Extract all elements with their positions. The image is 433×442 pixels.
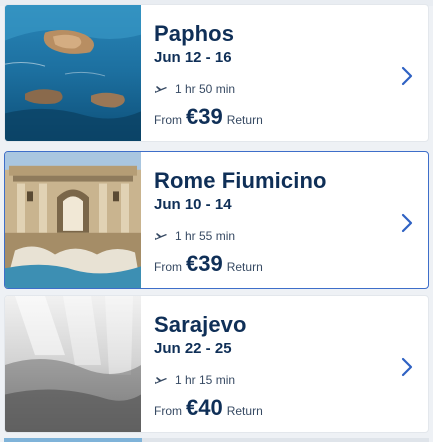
from-label: From [154,113,182,127]
plane-icon [154,84,168,94]
duration-text: 1 hr 15 min [175,373,236,387]
next-card-image-edge [4,438,142,442]
price-row: From €39 Return [154,251,263,277]
from-label: From [154,404,182,418]
trip-type-label: Return [226,260,263,274]
destination-card-paphos[interactable]: Paphos Jun 12 - 16 1 hr 50 min From €39 … [4,4,429,142]
from-label: From [154,260,182,274]
duration-text: 1 hr 50 min [175,82,236,96]
destination-city: Rome Fiumicino [154,168,327,193]
trip-dates: Jun 10 - 14 [154,196,232,213]
flight-duration: 1 hr 15 min [154,373,235,387]
chevron-right-icon[interactable] [400,212,414,234]
destination-city: Paphos [154,21,235,46]
price-row: From €40 Return [154,395,263,421]
trip-type-label: Return [226,113,263,127]
price-amount: €39 [186,104,223,129]
destination-photo [5,152,141,288]
destination-photo [5,296,141,432]
price-row: From €39 Return [154,104,263,130]
flight-duration: 1 hr 50 min [154,82,235,96]
trip-dates: Jun 12 - 16 [154,49,232,66]
plane-icon [154,375,168,385]
destination-card-rome-fiumicino[interactable]: Rome Fiumicino Jun 10 - 14 1 hr 55 min F… [4,151,429,289]
destination-photo [5,5,141,141]
plane-icon [154,231,168,241]
destination-card-sarajevo[interactable]: Sarajevo Jun 22 - 25 1 hr 15 min From €4… [4,295,429,433]
duration-text: 1 hr 55 min [175,229,236,243]
next-card-edge [4,438,429,442]
price-amount: €40 [186,395,223,420]
chevron-right-icon[interactable] [400,356,414,378]
trip-dates: Jun 22 - 25 [154,340,232,357]
flight-duration: 1 hr 55 min [154,229,235,243]
chevron-right-icon[interactable] [400,65,414,87]
trip-type-label: Return [226,404,263,418]
price-amount: €39 [186,251,223,276]
destination-city: Sarajevo [154,312,247,337]
